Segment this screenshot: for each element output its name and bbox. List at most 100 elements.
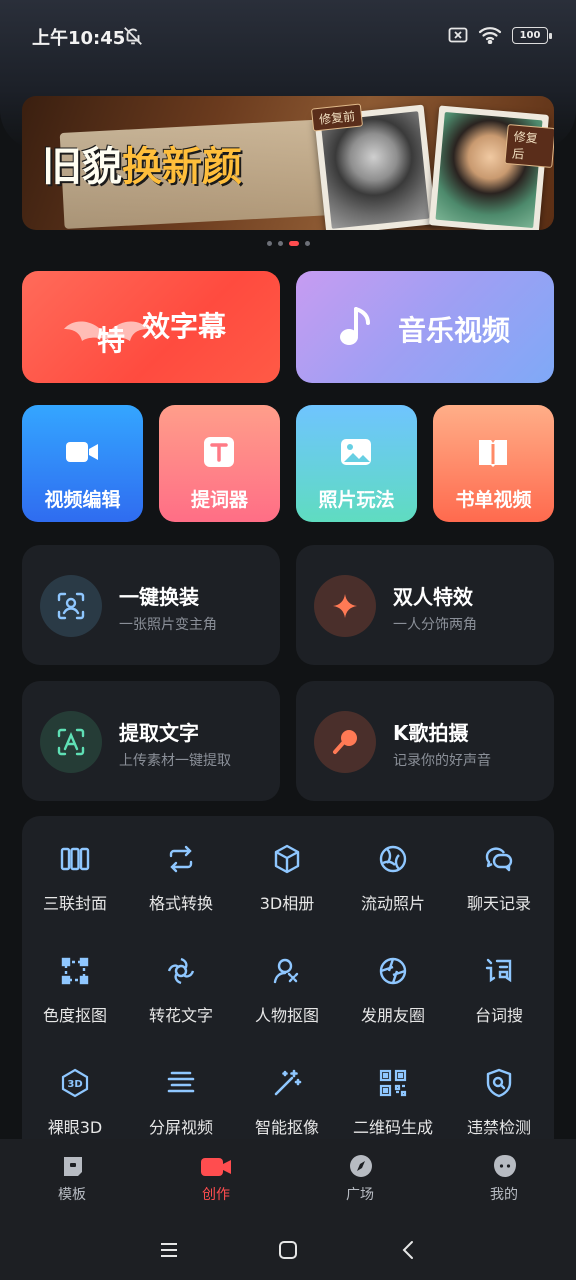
video-edit-button[interactable]: 视频编辑	[22, 405, 143, 522]
person-scan-icon	[57, 592, 85, 620]
tool-chat-record[interactable]: 聊天记录	[446, 816, 552, 916]
photo-play-label: 照片玩法	[318, 489, 395, 511]
tool-3d-album[interactable]: 3D相册	[234, 816, 340, 916]
tab-plaza[interactable]: 广场	[288, 1139, 432, 1217]
tool-triptych-cover[interactable]: 三联封面	[22, 816, 128, 916]
tab-label: 模板	[58, 1187, 86, 1203]
after-photo	[428, 105, 550, 230]
shield-check-icon	[486, 1068, 512, 1098]
book-icon	[479, 440, 507, 467]
karaoke-title: K歌拍摄	[393, 721, 469, 745]
magic-wand-icon	[274, 1069, 302, 1096]
tool-split-screen[interactable]: 分屏视频	[128, 1040, 234, 1140]
carousel-dot	[304, 241, 310, 246]
teleprompter-label: 提词器	[190, 489, 248, 511]
extract-text-card[interactable]: 提取文字 上传素材一键提取	[22, 681, 280, 801]
karaoke-icon-circle	[314, 711, 376, 773]
dual-effect-subtitle: 一人分饰两角	[393, 617, 477, 633]
teleprompter-button[interactable]: 提词器	[159, 405, 280, 522]
triptych-icon	[60, 847, 90, 871]
carousel-dot-active	[288, 241, 299, 246]
word-ci-icon	[485, 958, 512, 983]
outfit-change-title: 一键换装	[119, 585, 199, 609]
video-camera-icon	[66, 442, 98, 462]
tool-label: 聊天记录	[466, 894, 531, 913]
karaoke-subtitle: 记录你的好声音	[393, 753, 491, 769]
3d-badge-icon: 3D	[61, 1068, 89, 1098]
tool-flower-text[interactable]: 转花文字	[128, 928, 234, 1028]
tool-line-search[interactable]: 台词搜	[446, 928, 552, 1028]
split-screen-icon	[167, 1071, 195, 1093]
tab-create[interactable]: 创作	[144, 1139, 288, 1217]
tool-smart-cutout[interactable]: 智能抠像	[234, 1040, 340, 1140]
tool-label: 分屏视频	[148, 1118, 213, 1137]
system-icons: 100	[448, 26, 552, 44]
tool-label: 违禁检测	[466, 1118, 531, 1137]
banner-title: 旧貌换新颜	[42, 134, 242, 192]
tab-template[interactable]: 模板	[0, 1139, 144, 1217]
tool-label: 智能抠像	[254, 1118, 319, 1137]
status-time: 上午10:45	[32, 28, 126, 49]
tool-label: 裸眼3D	[47, 1118, 103, 1137]
text-t-icon	[204, 437, 234, 467]
home-icon[interactable]	[273, 1235, 303, 1265]
promo-banner[interactable]: 旧貌换新颜 修复前 修复后	[22, 96, 554, 230]
carousel-dot	[277, 241, 283, 246]
carousel-indicator	[0, 241, 576, 246]
video-edit-label: 视频编辑	[44, 489, 121, 511]
back-icon[interactable]	[394, 1235, 424, 1265]
chat-icon	[485, 847, 513, 872]
tool-label: 色度抠图	[42, 1006, 107, 1025]
tool-qr-generate[interactable]: 二维码生成	[340, 1040, 446, 1140]
music-video-button[interactable]: 音乐视频	[296, 271, 554, 383]
cube-icon	[274, 844, 300, 874]
dual-effect-title: 双人特效	[393, 585, 473, 609]
photo-icon	[341, 439, 371, 465]
bell-off-icon	[124, 27, 142, 45]
microphone-icon	[333, 730, 357, 754]
special-subtitle-label: 效字幕	[142, 310, 227, 343]
sim-off-icon	[448, 27, 468, 43]
tool-flowing-photo[interactable]: 流动照片	[340, 816, 446, 916]
tab-mine[interactable]: 我的	[432, 1139, 576, 1217]
tool-chroma-cutout[interactable]: 色度抠图	[22, 928, 128, 1028]
karaoke-card[interactable]: K歌拍摄 记录你的好声音	[296, 681, 554, 801]
wifi-icon	[478, 27, 502, 44]
extract-text-subtitle: 上传素材一键提取	[119, 753, 231, 769]
sparkle-icon	[333, 594, 357, 618]
special-subtitle-button[interactable]: 特 效字幕	[22, 271, 280, 383]
outfit-change-subtitle: 一张照片变主角	[119, 617, 217, 633]
menu-icon[interactable]	[154, 1235, 184, 1265]
outfit-change-card[interactable]: 一键换装 一张照片变主角	[22, 545, 280, 665]
qr-code-icon	[379, 1069, 407, 1097]
tool-naked-eye-3d[interactable]: 3D 裸眼3D	[22, 1040, 128, 1140]
music-video-label: 音乐视频	[398, 314, 511, 347]
shutter-icon	[379, 957, 407, 985]
extract-text-icon-circle	[40, 711, 102, 773]
person-cutout-icon	[273, 958, 299, 984]
extract-text-title: 提取文字	[119, 721, 199, 745]
tools-grid: 三联封面 格式转换 3D相册 流动照片 聊天记录 色度抠图 转花文字 人物抠图 …	[22, 816, 554, 1156]
bottom-tab-bar: 模板 创作 广场 我的	[0, 1139, 576, 1217]
booklist-video-button[interactable]: 书单视频	[433, 405, 554, 522]
system-navigation-bar	[0, 1217, 576, 1280]
compass-icon	[350, 1155, 372, 1177]
tool-label: 转花文字	[148, 1006, 213, 1025]
tool-person-cutout[interactable]: 人物抠图	[234, 928, 340, 1028]
flower-text-icon	[167, 957, 195, 985]
app-screen: 上午10:45 100 旧貌换新颜 修复前 修复后 特 效字幕 音乐视频 视频编…	[0, 0, 576, 1280]
face-icon	[494, 1155, 516, 1177]
status-bar: 上午10:45 100	[0, 0, 576, 70]
tool-prohibited-check[interactable]: 违禁检测	[446, 1040, 552, 1140]
crop-select-icon	[61, 957, 89, 985]
banner-title-part1: 旧貌	[42, 144, 122, 190]
dual-effect-card[interactable]: 双人特效 一人分饰两角	[296, 545, 554, 665]
text-scan-icon	[57, 728, 85, 756]
tool-format-convert[interactable]: 格式转换	[128, 816, 234, 916]
tool-label: 人物抠图	[254, 1006, 319, 1025]
tool-moments-post[interactable]: 发朋友圈	[340, 928, 446, 1028]
music-note-icon	[340, 307, 370, 345]
photo-play-button[interactable]: 照片玩法	[296, 405, 417, 522]
booklist-video-label: 书单视频	[455, 489, 532, 511]
outfit-change-icon-circle	[40, 575, 102, 637]
